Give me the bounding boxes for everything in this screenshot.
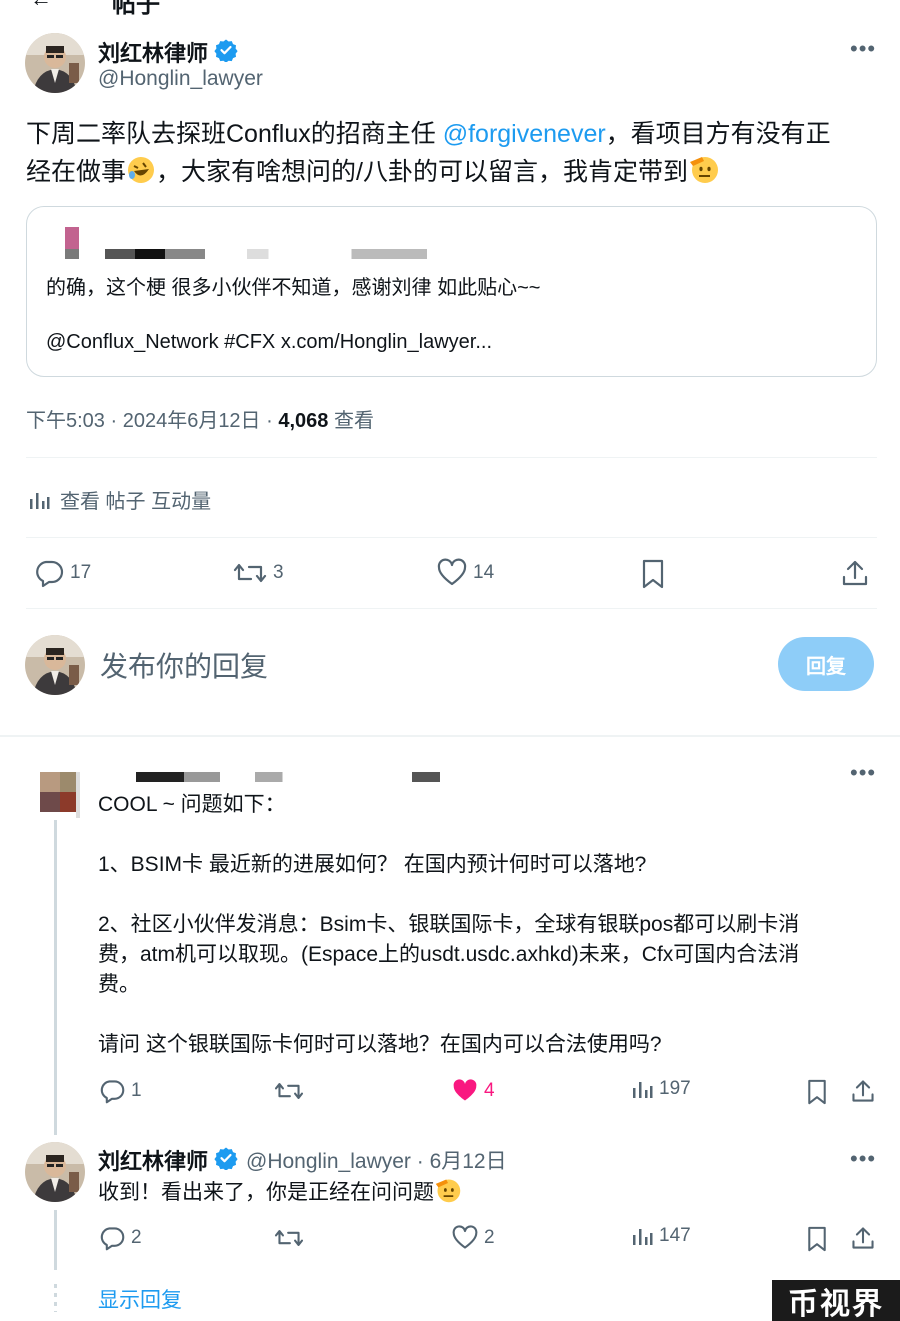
more-options-icon[interactable]: ••• xyxy=(850,1146,876,1172)
heart-filled-icon xyxy=(453,1079,477,1101)
divider xyxy=(26,608,877,609)
bookmark-button[interactable] xyxy=(805,1078,829,1111)
like-button[interactable]: 14 xyxy=(437,558,494,588)
reply-author-row: 刘红林律师 @Honglin_lawyer · 6月12日 xyxy=(98,1144,507,1176)
view-engagements-link[interactable]: 查看 帖子 互动量 xyxy=(28,485,211,514)
blurred-handle xyxy=(247,249,427,259)
like-button-active[interactable]: 4 xyxy=(452,1078,495,1104)
reply-icon xyxy=(100,1227,125,1251)
share-button[interactable] xyxy=(840,558,870,593)
avatar[interactable] xyxy=(25,33,85,93)
tweet-text-line-1: 下周二率队去探班Conflux的招商主任 @forgivenever，看项目方有… xyxy=(26,120,831,148)
view-label: 查看 xyxy=(328,410,374,432)
share-button[interactable] xyxy=(850,1078,876,1109)
section-divider xyxy=(0,735,900,737)
watermark-logo: 币视界 xyxy=(772,1280,900,1321)
divider xyxy=(26,457,877,458)
heart-icon xyxy=(452,1225,478,1249)
reply-icon xyxy=(100,1080,125,1104)
blurred-name xyxy=(105,249,205,259)
blurred-handle xyxy=(255,772,440,782)
timestamp[interactable]: 下午5:03 · 2024年6月12日 · xyxy=(26,410,278,432)
like-button[interactable]: 2 xyxy=(452,1225,495,1251)
quoted-tweet[interactable]: 的确，这个梗 很多小伙伴不知道，感谢刘律 如此贴心~~ @Conflux_Net… xyxy=(26,206,877,377)
retweet-button[interactable]: 3 xyxy=(233,558,284,588)
reply-button[interactable]: 2 xyxy=(99,1225,142,1251)
share-icon xyxy=(842,560,868,586)
author-name[interactable]: 刘红林律师 xyxy=(98,36,208,68)
share-icon xyxy=(852,1227,874,1249)
verified-badge-icon xyxy=(214,1146,238,1175)
reply-button[interactable]: 17 xyxy=(34,558,91,588)
retweet-button[interactable] xyxy=(274,1078,304,1104)
analytics-icon xyxy=(30,492,50,509)
page-title: 帖子 xyxy=(112,0,160,18)
views-button[interactable]: 147 xyxy=(631,1225,691,1247)
avatar[interactable] xyxy=(25,635,85,695)
page-header: ← 帖子 xyxy=(0,0,900,18)
mention-link[interactable]: @forgivenever xyxy=(443,120,606,148)
tweet-text-line-2: 经在做事 ，大家有啥想问的/八卦的可以留言，我肯定带到 xyxy=(26,153,886,196)
saluting-face-emoji-icon xyxy=(434,1176,462,1213)
analytics-icon xyxy=(633,1082,653,1098)
quoted-text-line-1: 的确，这个梗 很多小伙伴不知道，感谢刘律 如此贴心~~ xyxy=(46,277,541,299)
more-options-icon[interactable]: ••• xyxy=(850,760,876,786)
divider xyxy=(26,537,877,538)
views-button[interactable]: 197 xyxy=(631,1078,691,1100)
reply-text: 收到！看出来了，你是正经在问问题 xyxy=(98,1176,462,1213)
tweet-meta: 下午5:03 · 2024年6月12日 · 4,068 查看 xyxy=(26,404,374,433)
saluting-face-emoji-icon xyxy=(688,153,720,196)
reply-input[interactable]: 发布你的回复 xyxy=(100,645,268,685)
author-handle[interactable]: @Honglin_lawyer · 6月12日 xyxy=(246,1145,507,1175)
quoted-avatar-blurred xyxy=(57,227,81,261)
verified-badge-icon xyxy=(214,38,238,67)
avatar[interactable] xyxy=(25,1142,85,1202)
more-options-icon[interactable]: ••• xyxy=(850,36,876,62)
reply-icon xyxy=(36,560,64,588)
bookmark-button[interactable] xyxy=(639,558,667,595)
analytics-icon xyxy=(633,1229,653,1245)
share-icon xyxy=(852,1080,874,1102)
thread-line xyxy=(54,1210,57,1270)
bookmark-icon xyxy=(808,1226,826,1252)
avatar-blurred[interactable] xyxy=(40,772,80,818)
bookmark-button[interactable] xyxy=(805,1225,829,1258)
share-button[interactable] xyxy=(850,1225,876,1256)
heart-icon xyxy=(437,558,467,586)
reply-submit-button[interactable]: 回复 xyxy=(778,637,874,691)
show-replies-link[interactable]: 显示回复 xyxy=(98,1284,182,1314)
rofl-emoji-icon xyxy=(126,155,156,196)
reply-text: COOL ~ 问题如下： 1、BSIM卡 最近新的进展如何？ 在国内预计何时可以… xyxy=(98,793,800,1056)
back-arrow-icon[interactable]: ← xyxy=(30,0,52,12)
blurred-name xyxy=(100,772,220,782)
thread-dots xyxy=(54,1284,57,1312)
retweet-button[interactable] xyxy=(274,1225,304,1251)
bookmark-icon xyxy=(808,1079,826,1105)
reply-button[interactable]: 1 xyxy=(99,1078,142,1104)
author-handle[interactable]: @Honglin_lawyer xyxy=(98,67,263,91)
retweet-icon xyxy=(233,563,267,583)
retweet-icon xyxy=(274,1230,304,1246)
author-name-row: 刘红林律师 xyxy=(98,36,238,68)
tweet-text: 下周二率队去探班Conflux的招商主任 @forgivenever，看项目方有… xyxy=(26,116,886,196)
bookmark-icon xyxy=(642,559,664,589)
view-count: 4,068 xyxy=(278,410,329,432)
author-name[interactable]: 刘红林律师 xyxy=(98,1144,208,1176)
quoted-text-line-2: @Conflux_Network #CFX x.com/Honglin_lawy… xyxy=(46,331,493,353)
thread-line xyxy=(54,820,57,1135)
retweet-icon xyxy=(274,1083,304,1099)
